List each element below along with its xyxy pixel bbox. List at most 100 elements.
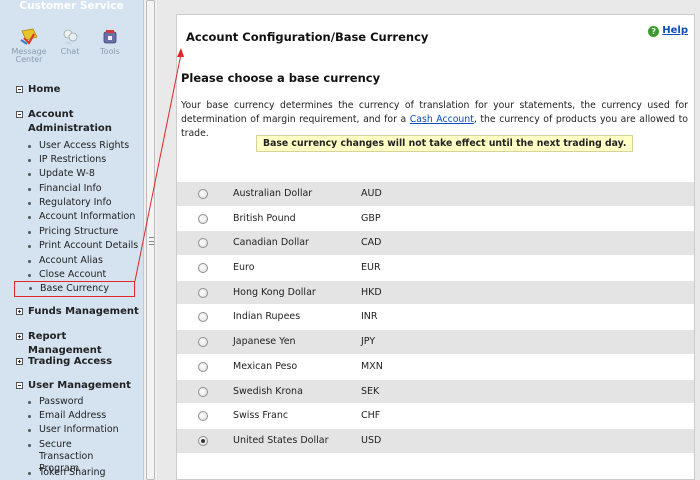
- sidebar-item-user-information[interactable]: User Information: [28, 424, 119, 436]
- tools-button[interactable]: Tools: [90, 28, 130, 56]
- chat-button[interactable]: Chat: [50, 28, 90, 56]
- cash-account-link[interactable]: Cash Account: [410, 114, 474, 125]
- help-icon: ?: [648, 26, 660, 37]
- sidebar-item-financial-info[interactable]: Financial Info: [28, 183, 102, 195]
- currency-row[interactable]: Swiss Franc CHF: [177, 403, 694, 428]
- currency-code: EUR: [361, 262, 381, 274]
- customer-service-title: Customer Service: [19, 0, 124, 12]
- sidebar-item-email-address[interactable]: Email Address: [28, 410, 106, 422]
- sidebar-item-token-sharing[interactable]: Token Sharing: [28, 467, 106, 479]
- currency-radio[interactable]: [198, 386, 208, 397]
- currency-name: Hong Kong Dollar: [233, 286, 316, 298]
- currency-row[interactable]: United States Dollar USD: [177, 427, 694, 453]
- bullet-icon: [28, 145, 31, 148]
- message-center-button[interactable]: Message Center: [9, 28, 49, 64]
- sidebar-item-ip-restrictions[interactable]: IP Restrictions: [28, 154, 106, 166]
- currency-radio[interactable]: [198, 337, 208, 348]
- chat-icon: [63, 29, 78, 44]
- currency-name: Canadian Dollar: [233, 237, 309, 249]
- currency-code: JPY: [361, 336, 376, 348]
- message-center-icon: [20, 28, 38, 45]
- sidebar-item-user-access-rights[interactable]: User Access Rights: [28, 140, 129, 152]
- expand-icon: [16, 358, 23, 365]
- currency-table: Australian Dollar AUD British Pound GBP Cana…: [177, 181, 694, 453]
- bullet-icon: [28, 429, 31, 432]
- bullet-icon: [28, 260, 31, 263]
- sidebar-item-password[interactable]: Password: [28, 396, 83, 408]
- currency-row[interactable]: Japanese Yen JPY: [177, 329, 694, 354]
- collapse-icon: [16, 86, 23, 93]
- currency-name: Mexican Peso: [233, 360, 298, 372]
- bullet-icon: [28, 231, 31, 234]
- bullet-icon: [28, 401, 31, 404]
- currency-code: USD: [361, 434, 382, 446]
- currency-code: SEK: [361, 385, 380, 397]
- bullet-icon: [28, 188, 31, 191]
- sidebar-item-base-currency[interactable]: Base Currency: [14, 281, 135, 297]
- sidebar-item-update-w8[interactable]: Update W-8: [28, 168, 95, 180]
- bullet-icon: [28, 202, 31, 205]
- sidebar-section-trading-access[interactable]: Trading Access: [16, 355, 112, 369]
- sidebar-section-funds-management[interactable]: Funds Management: [16, 305, 139, 319]
- sidebar-item-regulatory-info[interactable]: Regulatory Info: [28, 197, 112, 209]
- bullet-icon: [29, 287, 32, 290]
- currency-row[interactable]: Indian Rupees INR: [177, 304, 694, 330]
- content-panel: Account Configuration/Base Currency ? Hel…: [176, 14, 695, 480]
- currency-row[interactable]: Euro EUR: [177, 255, 694, 280]
- collapse-icon: [16, 111, 23, 118]
- sidebar: Customer Service Message Center Chat Too…: [0, 0, 143, 480]
- bullet-icon: [28, 274, 31, 277]
- bullet-icon: [28, 472, 31, 475]
- currency-code: INR: [361, 311, 378, 323]
- section-heading: Please choose a base currency: [181, 71, 381, 85]
- currency-row[interactable]: Mexican Peso MXN: [177, 353, 694, 379]
- sidebar-section-user-management[interactable]: User Management: [16, 379, 131, 393]
- currency-name: Australian Dollar: [233, 188, 313, 199]
- help-label: Help: [662, 25, 688, 36]
- currency-code: CHF: [361, 410, 381, 422]
- expand-icon: [16, 308, 23, 315]
- currency-row[interactable]: Australian Dollar AUD: [177, 181, 694, 206]
- currency-radio[interactable]: [198, 361, 208, 372]
- sidebar-item-pricing-structure[interactable]: Pricing Structure: [28, 226, 118, 238]
- currency-code: GBP: [361, 212, 381, 224]
- currency-radio[interactable]: [198, 312, 208, 323]
- scrollbar-grip-icon: [149, 237, 154, 245]
- currency-radio[interactable]: [198, 238, 208, 249]
- currency-name: Swedish Krona: [233, 385, 303, 397]
- currency-radio[interactable]: [198, 435, 208, 446]
- chat-label: Chat: [60, 47, 80, 56]
- currency-code: MXN: [361, 360, 383, 372]
- sidebar-scrollbar[interactable]: [143, 0, 157, 480]
- currency-radio[interactable]: [198, 213, 208, 224]
- currency-row[interactable]: Hong Kong Dollar HKD: [177, 279, 694, 305]
- currency-radio[interactable]: [198, 287, 208, 298]
- currency-row[interactable]: Canadian Dollar CAD: [177, 230, 694, 256]
- bullet-icon: [28, 415, 31, 418]
- currency-radio[interactable]: [198, 189, 208, 199]
- currency-row[interactable]: British Pound GBP: [177, 205, 694, 231]
- currency-row[interactable]: Swedish Krona SEK: [177, 378, 694, 404]
- currency-name: Euro: [233, 262, 255, 274]
- sidebar-section-home[interactable]: Home: [16, 83, 60, 97]
- sidebar-item-account-alias[interactable]: Account Alias: [28, 255, 103, 267]
- bullet-icon: [28, 159, 31, 162]
- currency-code: HKD: [361, 286, 382, 298]
- sidebar-item-close-account[interactable]: Close Account: [28, 269, 106, 281]
- sidebar-item-account-information[interactable]: Account Information: [28, 211, 135, 223]
- help-link[interactable]: ? Help: [648, 25, 688, 37]
- bullet-icon: [28, 173, 31, 176]
- currency-radio[interactable]: [198, 263, 208, 274]
- expand-icon: [16, 333, 23, 340]
- sidebar-item-print-account-details[interactable]: Print Account Details: [28, 240, 138, 252]
- sidebar-section-account-administration[interactable]: Account Administration: [16, 108, 126, 136]
- scrollbar-thumb[interactable]: [146, 0, 155, 480]
- currency-code: CAD: [361, 237, 382, 249]
- sidebar-section-report-management[interactable]: Report Management: [16, 330, 143, 358]
- currency-name: Japanese Yen: [233, 336, 296, 348]
- bullet-icon: [28, 444, 31, 447]
- currency-name: United States Dollar: [233, 434, 329, 446]
- currency-radio[interactable]: [198, 411, 208, 422]
- bullet-icon: [28, 245, 31, 248]
- main-area: Account Configuration/Base Currency ? Hel…: [157, 0, 700, 480]
